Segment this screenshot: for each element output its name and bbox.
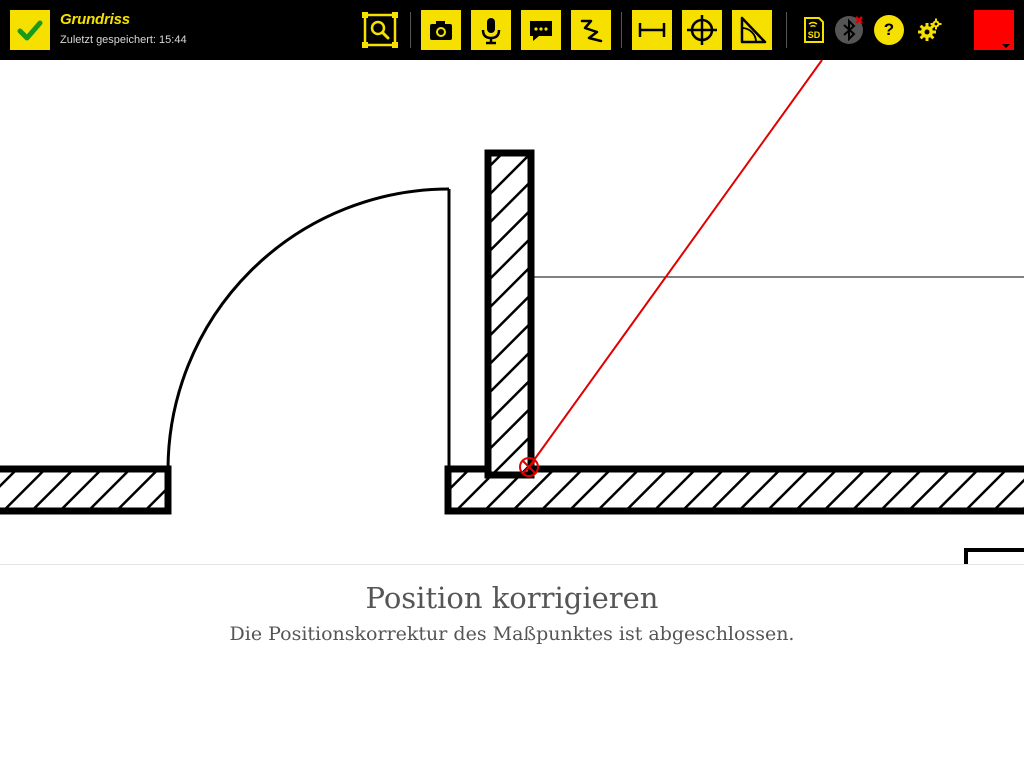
floor-plan-drawing <box>0 60 1024 564</box>
floor-plan-canvas[interactable] <box>0 60 1024 564</box>
bluetooth-disconnected-icon <box>835 16 863 44</box>
toolbar-separator <box>786 12 787 48</box>
gear-icon <box>918 18 942 41</box>
crosshair-icon <box>687 15 717 45</box>
settings-button[interactable] <box>914 14 946 46</box>
panel-title: Position korrigieren <box>365 581 659 615</box>
bluetooth-status[interactable] <box>833 14 865 46</box>
freehand-button[interactable] <box>571 10 611 50</box>
panel-message: Die Positionskorrektur des Maßpunktes is… <box>229 623 795 645</box>
help-button[interactable]: ? <box>874 15 904 45</box>
comment-button[interactable] <box>521 10 561 50</box>
measurement-line[interactable] <box>528 60 823 468</box>
chevron-down-icon <box>1002 44 1010 48</box>
zoom-fit-icon <box>362 12 398 48</box>
zoom-fit-button[interactable] <box>360 10 400 50</box>
toolbar-separator <box>410 12 411 48</box>
sd-card-label: SD <box>808 30 821 40</box>
wall-left[interactable] <box>0 465 172 515</box>
status-panel: Position korrigieren Die Positionskorrek… <box>0 564 1024 769</box>
comment-icon <box>530 21 552 41</box>
top-toolbar: Grundriss Zuletzt gespeichert: 15:44 SD … <box>0 0 1024 60</box>
door-swing-arc <box>166 187 450 470</box>
camera-button[interactable] <box>421 10 461 50</box>
checkmark-icon <box>17 20 43 41</box>
voice-note-button[interactable] <box>471 10 511 50</box>
document-title: Grundriss <box>60 11 130 28</box>
freehand-icon <box>580 19 603 43</box>
room-outline <box>964 548 1024 564</box>
place-point-button[interactable] <box>682 10 722 50</box>
sd-card-icon: SD <box>804 17 824 43</box>
camera-icon <box>430 21 452 40</box>
last-saved-status: Zuletzt gespeichert: 15:44 <box>60 34 187 46</box>
active-color-swatch[interactable] <box>974 10 1014 50</box>
measure-distance-icon <box>638 23 666 37</box>
microphone-icon <box>481 18 501 45</box>
wall-vertical[interactable] <box>484 149 535 479</box>
angle-button[interactable] <box>732 10 772 50</box>
toolbar-separator <box>621 12 622 48</box>
sd-card-status[interactable]: SD <box>797 14 829 46</box>
angle-icon <box>740 16 767 44</box>
measure-distance-button[interactable] <box>632 10 672 50</box>
confirm-button[interactable] <box>10 10 50 50</box>
